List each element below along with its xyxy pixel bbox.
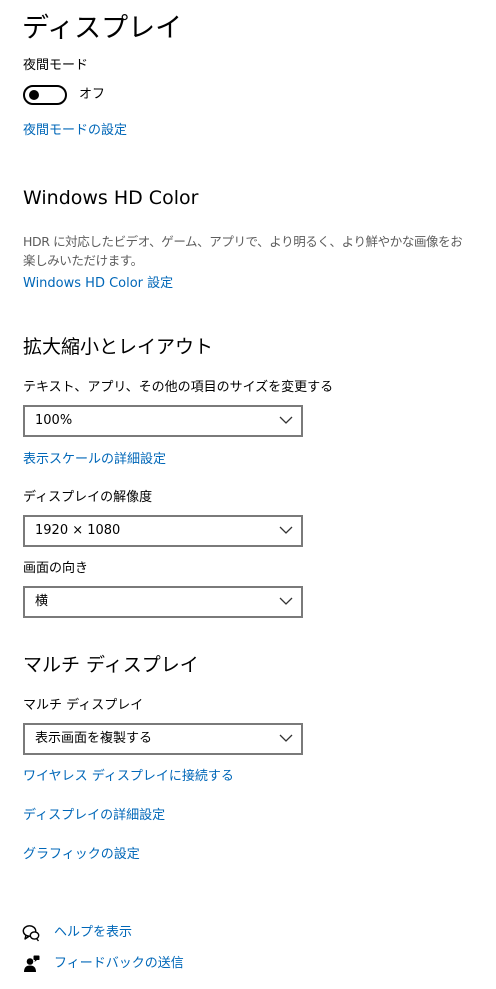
multi-display-dropdown-value: 表示画面を複製する bbox=[35, 731, 153, 746]
hdr-section-title: Windows HD Color bbox=[23, 187, 199, 209]
advanced-scaling-link[interactable]: 表示スケールの詳細設定 bbox=[23, 451, 166, 469]
help-link[interactable]: ヘルプを表示 bbox=[54, 924, 132, 942]
orientation-label: 画面の向き bbox=[23, 561, 89, 576]
scale-dropdown-value: 100% bbox=[35, 413, 73, 428]
chevron-down-icon bbox=[279, 734, 293, 742]
graphics-settings-link[interactable]: グラフィックの設定 bbox=[23, 846, 140, 864]
toggle-knob bbox=[29, 90, 39, 100]
multi-display-label: マルチ ディスプレイ bbox=[23, 698, 144, 713]
chevron-down-icon bbox=[279, 526, 293, 534]
hdr-settings-link[interactable]: Windows HD Color 設定 bbox=[23, 275, 173, 293]
text-size-label: テキスト、アプリ、その他の項目のサイズを変更する bbox=[23, 380, 334, 395]
help-chat-icon bbox=[22, 925, 40, 942]
orientation-dropdown-value: 横 bbox=[35, 594, 49, 609]
hdr-description: HDR に対応したビデオ、ゲーム、アプリで、より明るく、より鮮やかな画像をお楽し… bbox=[23, 234, 463, 268]
orientation-dropdown[interactable]: 横 bbox=[23, 586, 303, 618]
night-light-label: 夜間モード bbox=[23, 58, 89, 73]
feedback-link[interactable]: フィードバックの送信 bbox=[54, 955, 184, 973]
night-light-toggle[interactable] bbox=[23, 85, 67, 105]
scale-dropdown[interactable]: 100% bbox=[23, 405, 303, 437]
night-light-settings-link[interactable]: 夜間モードの設定 bbox=[23, 122, 127, 140]
resolution-dropdown-value: 1920 × 1080 bbox=[35, 523, 121, 538]
scale-layout-section-title: 拡大縮小とレイアウト bbox=[23, 336, 214, 358]
multi-display-dropdown[interactable]: 表示画面を複製する bbox=[23, 723, 303, 755]
multi-display-section-title: マルチ ディスプレイ bbox=[23, 654, 199, 676]
night-light-toggle-state: オフ bbox=[79, 87, 106, 102]
wireless-display-link[interactable]: ワイヤレス ディスプレイに接続する bbox=[23, 768, 234, 786]
chevron-down-icon bbox=[279, 416, 293, 424]
resolution-label: ディスプレイの解像度 bbox=[23, 490, 153, 505]
feedback-person-icon bbox=[24, 955, 40, 972]
page-title: ディスプレイ bbox=[22, 13, 183, 44]
resolution-dropdown[interactable]: 1920 × 1080 bbox=[23, 515, 303, 547]
chevron-down-icon bbox=[279, 597, 293, 605]
advanced-display-settings-link[interactable]: ディスプレイの詳細設定 bbox=[23, 807, 165, 825]
